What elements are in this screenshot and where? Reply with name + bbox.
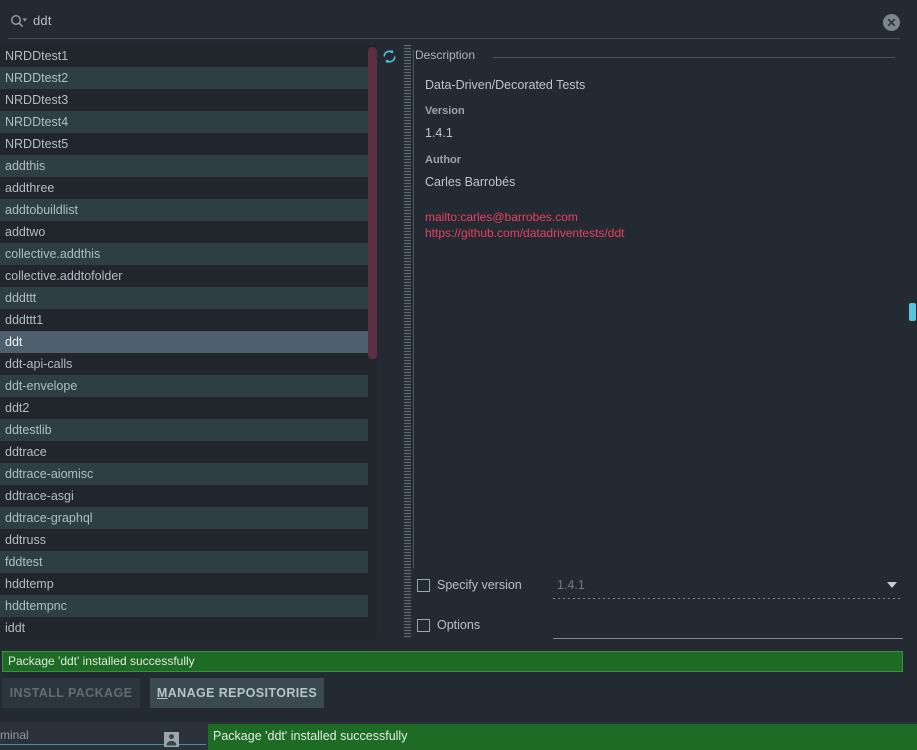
list-item[interactable]: ddt-envelope [0, 375, 376, 397]
terminal-tab-label[interactable]: minal [0, 728, 29, 742]
description-panel: Description Data-Driven/Decorated Tests … [413, 48, 903, 568]
version-field-underline [553, 598, 903, 599]
edge-scroll-marker[interactable] [909, 303, 916, 321]
manage-repositories-button[interactable]: MANAGE REPOSITORIES [150, 678, 324, 708]
list-item[interactable]: NRDDtest3 [0, 89, 376, 111]
search-bar: ddt [0, 0, 917, 43]
specify-version-label[interactable]: Specify version [437, 577, 522, 594]
list-item[interactable]: NRDDtest4 [0, 111, 376, 133]
description-body: Data-Driven/Decorated Tests Version 1.4.… [425, 78, 897, 568]
list-item[interactable]: ddtrace-graphql [0, 507, 376, 529]
person-icon[interactable] [164, 732, 179, 747]
package-list[interactable]: NRDDtest1 NRDDtest2 NRDDtest3 NRDDtest4 NRDD… [0, 45, 376, 639]
list-item[interactable]: ddtrace-aiomisc [0, 463, 376, 485]
refresh-icon[interactable] [381, 48, 398, 65]
install-package-button[interactable]: INSTALL PACKAGE [2, 678, 140, 708]
search-input[interactable]: ddt [33, 13, 52, 28]
version-label: Version [425, 105, 465, 117]
list-item[interactable]: dddttt [0, 287, 376, 309]
list-item[interactable]: NRDDtest5 [0, 133, 376, 155]
install-notification-text: Package 'ddt' installed successfully [8, 654, 195, 668]
options-input[interactable] [553, 617, 903, 639]
package-summary: Data-Driven/Decorated Tests [425, 78, 586, 92]
list-item[interactable]: ddt-api-calls [0, 353, 376, 375]
list-item[interactable]: collective.addtofolder [0, 265, 376, 287]
list-item[interactable]: fddtest [0, 551, 376, 573]
status-bar-notification: Package 'ddt' installed successfully [208, 724, 917, 750]
manage-mnemonic: M [156, 686, 168, 700]
version-dropdown[interactable]: 1.4.1 [553, 577, 903, 599]
version-dropdown-value: 1.4.1 [557, 578, 585, 592]
description-border [413, 50, 414, 568]
panel-splitter[interactable] [404, 45, 411, 639]
options-label[interactable]: Options [437, 617, 480, 634]
status-bar-notification-text: Package 'ddt' installed successfully [213, 729, 408, 743]
list-item[interactable]: ddtrace-asgi [0, 485, 376, 507]
list-item[interactable]: iddt [0, 617, 376, 639]
manage-label-rest: ANAGE REPOSITORIES [167, 686, 318, 700]
list-item[interactable]: ddtruss [0, 529, 376, 551]
chevron-down-icon[interactable] [887, 582, 897, 588]
options-checkbox[interactable] [417, 619, 430, 632]
list-item[interactable]: hddtemp [0, 573, 376, 595]
list-item[interactable]: ddtestlib [0, 419, 376, 441]
author-label: Author [425, 154, 462, 166]
list-item[interactable]: dddttt1 [0, 309, 376, 331]
specify-version-checkbox[interactable] [417, 579, 430, 592]
version-value: 1.4.1 [425, 126, 453, 140]
options-row: Options [415, 617, 903, 639]
list-item[interactable]: addtwo [0, 221, 376, 243]
list-item[interactable]: ddtrace [0, 441, 376, 463]
list-item[interactable]: addtobuildlist [0, 199, 376, 221]
install-package-dialog: ddt NRDDtest1 NRDDtest2 NRDDtest3 NRDDtest4… [0, 0, 917, 750]
list-item[interactable]: collective.addthis [0, 243, 376, 265]
specify-version-row: Specify version 1.4.1 [415, 577, 903, 599]
options-field-underline [553, 638, 903, 639]
package-list-scrollbar[interactable] [368, 45, 377, 639]
clear-search-icon[interactable] [883, 14, 900, 31]
homepage-link[interactable]: https://github.com/datadriventests/ddt [425, 225, 897, 241]
list-item[interactable]: addthis [0, 155, 376, 177]
list-item[interactable]: ddt2 [0, 397, 376, 419]
scrollbar-thumb[interactable] [368, 47, 377, 359]
description-links: mailto:carles@barrobes.com https://githu… [425, 209, 897, 241]
install-notification: Package 'ddt' installed successfully [2, 651, 903, 672]
list-item[interactable]: hddtempnc [0, 595, 376, 617]
author-value: Carles Barrobés [425, 175, 516, 189]
list-item[interactable]: NRDDtest1 [0, 45, 376, 67]
description-legend-line [493, 57, 895, 58]
search-icon[interactable] [10, 14, 28, 30]
description-legend: Description [415, 48, 482, 62]
list-item[interactable]: addthree [0, 177, 376, 199]
search-underline [8, 38, 900, 39]
mailto-link[interactable]: mailto:carles@barrobes.com [425, 209, 897, 225]
list-item[interactable]: ddt [0, 331, 376, 353]
list-item[interactable]: NRDDtest2 [0, 67, 376, 89]
